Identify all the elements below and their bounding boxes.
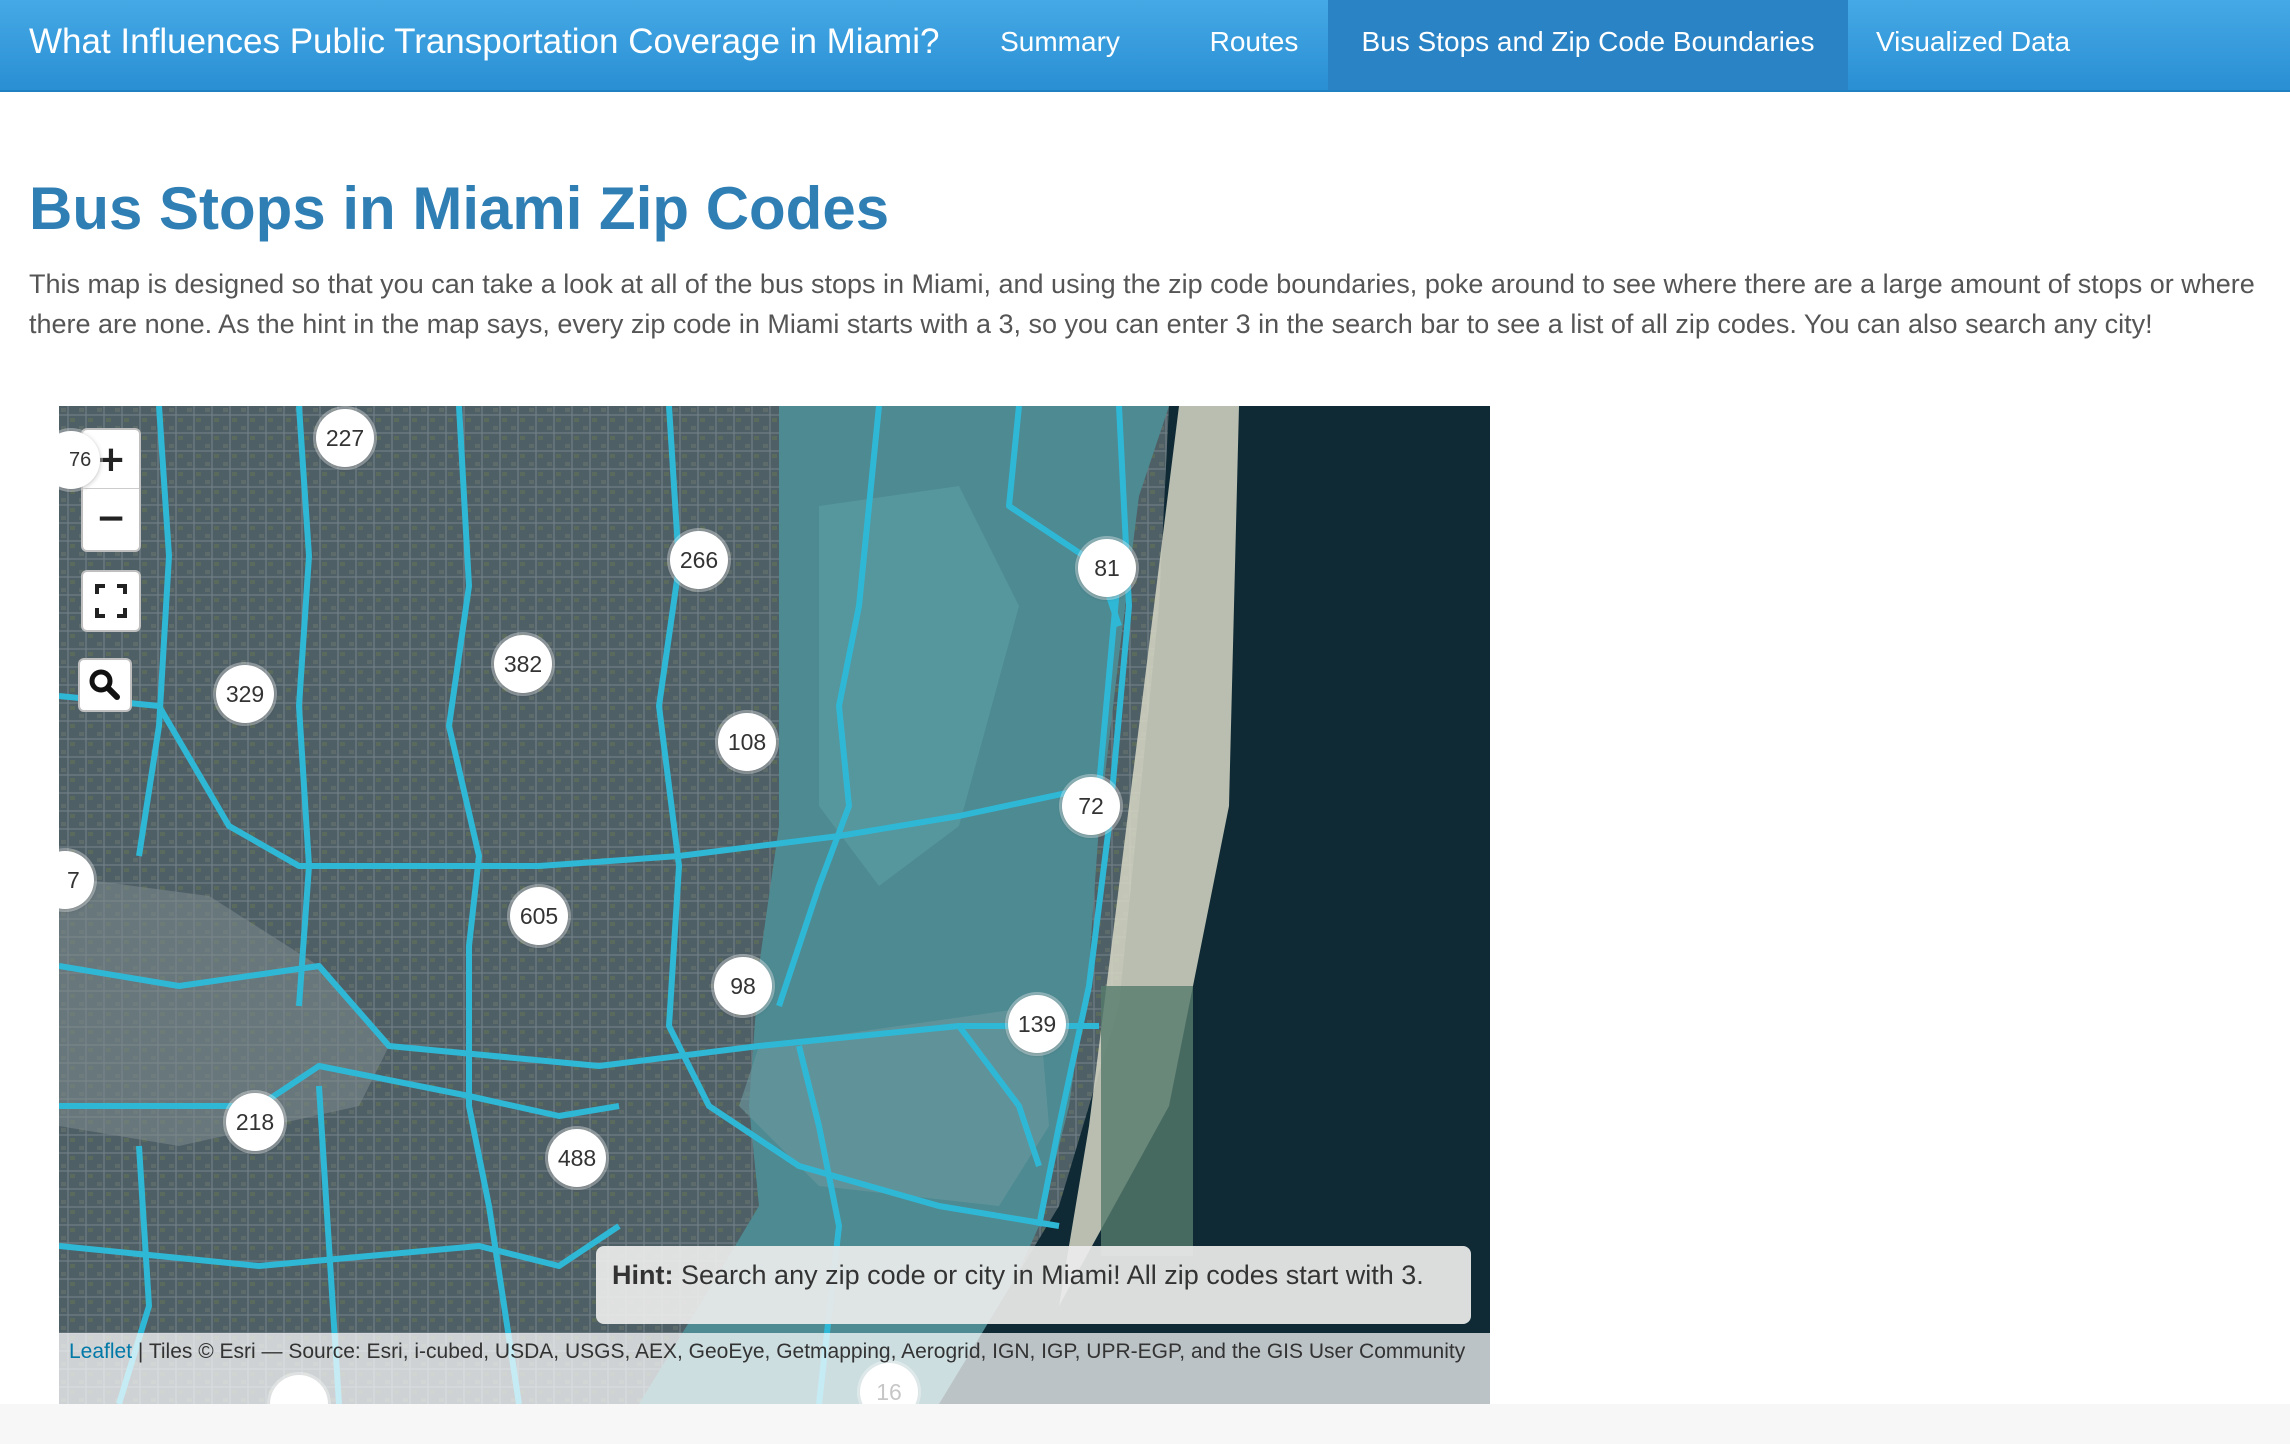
- cluster-marker[interactable]: 488: [548, 1129, 606, 1187]
- nav-bus-stops[interactable]: Bus Stops and Zip Code Boundaries: [1328, 0, 1848, 90]
- intro-paragraph: This map is designed so that you can tak…: [29, 269, 2255, 339]
- nav-summary[interactable]: Summary: [1000, 0, 1120, 90]
- search-icon: [89, 669, 120, 700]
- cluster-marker[interactable]: 81: [1078, 539, 1136, 597]
- fullscreen-icon: [95, 584, 127, 618]
- hint-box: Hint: Search any zip code or city in Mia…: [596, 1246, 1471, 1324]
- cluster-marker[interactable]: 218: [226, 1093, 284, 1151]
- cluster-marker[interactable]: 605: [510, 887, 568, 945]
- map[interactable]: + − 227 266 81 382 329 108 72 605 98 139…: [59, 406, 1490, 1404]
- cluster-marker[interactable]: 329: [216, 665, 274, 723]
- cluster-marker[interactable]: 382: [494, 635, 552, 693]
- cluster-marker[interactable]: 227: [316, 409, 374, 467]
- cluster-marker[interactable]: 139: [1008, 995, 1066, 1053]
- page-title: Bus Stops in Miami Zip Codes: [29, 175, 890, 242]
- main-content: Bus Stops in Miami Zip Codes This map is…: [0, 92, 2290, 1404]
- cluster-marker[interactable]: 266: [670, 531, 728, 589]
- map-attribution: Leaflet | Tiles © Esri — Source: Esri, i…: [59, 1333, 1490, 1404]
- cluster-marker[interactable]: 98: [714, 957, 772, 1015]
- hint-text: Search any zip code or city in Miami! Al…: [681, 1260, 1424, 1290]
- cluster-marker[interactable]: 72: [1062, 777, 1120, 835]
- nav-visualized-data[interactable]: Visualized Data: [1848, 0, 2098, 90]
- zoom-out-icon[interactable]: −: [83, 489, 139, 547]
- leaflet-link[interactable]: Leaflet: [69, 1340, 132, 1363]
- search-button[interactable]: [78, 658, 132, 712]
- cluster-marker[interactable]: 108: [718, 713, 776, 771]
- attribution-text: | Tiles © Esri — Source: Esri, i-cubed, …: [137, 1340, 1466, 1363]
- hint-label: Hint:: [612, 1260, 674, 1290]
- navbar: What Influences Public Transportation Co…: [0, 0, 2290, 92]
- fullscreen-button[interactable]: [81, 570, 141, 632]
- nav-routes[interactable]: Routes: [1190, 0, 1318, 90]
- site-title[interactable]: What Influences Public Transportation Co…: [29, 0, 939, 90]
